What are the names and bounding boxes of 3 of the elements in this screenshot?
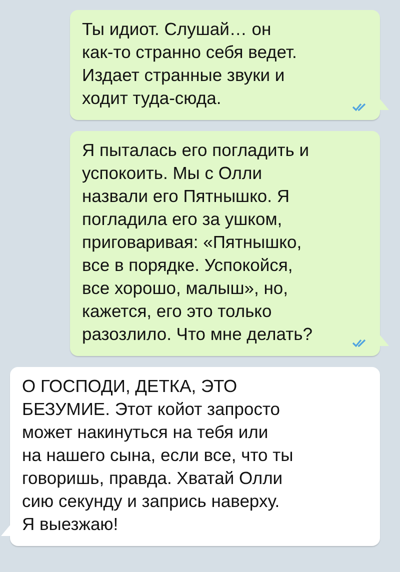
message-text: О ГОСПОДИ, ДЕТКА, ЭТО БЕЗУМИЕ. Этот койот запросто может накинуться на тебя или на нашего сына, если все, что ты говоришь, правда. Хватай Олли сию секунду и запрись наверху. Я выезжаю! [22,375,294,536]
message-text: Ты идиот. Слушай… он как-то странно себя ведет. Издает странные звуки и ходит туда-сюда. [82,18,298,110]
message-text: Я пыталась его погладить и успокоить. Мы с Олли назвали его Пятнышко. Я погладила его за ушком, приговаривая: «Пятнышко, все в порядке. Успокойся, все хорошо, малыш», но, кажется, его это только разозлило. Что мне делать? [82,139,314,346]
